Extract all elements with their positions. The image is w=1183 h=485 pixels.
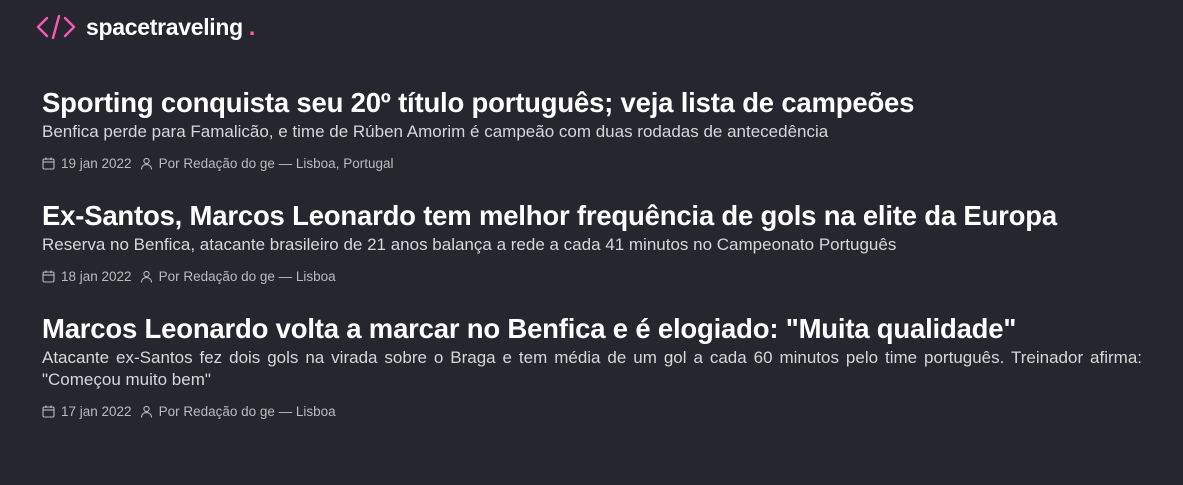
post-author-text: Por Redação do ge — Lisboa: [158, 404, 336, 419]
post-item[interactable]: Sporting conquista seu 20º título portug…: [42, 86, 1142, 171]
post-info: 17 jan 2022 Por Redação do ge — Lisboa: [42, 404, 1142, 419]
post-item[interactable]: Ex-Santos, Marcos Leonardo tem melhor fr…: [42, 199, 1142, 284]
code-brackets-icon[interactable]: [36, 13, 76, 41]
post-subtitle: Benfica perde para Famalicão, e time de …: [42, 122, 829, 141]
user-icon: [140, 405, 154, 419]
post-info: 19 jan 2022 Por Redação do ge — Lisboa, …: [42, 156, 1142, 171]
post-item[interactable]: Marcos Leonardo volta a marcar no Benfic…: [42, 312, 1142, 419]
post-title[interactable]: Sporting conquista seu 20º título portug…: [42, 86, 1142, 120]
post-author-text: Por Redação do ge — Lisboa, Portugal: [158, 156, 394, 171]
post-author: Por Redação do ge — Lisboa, Portugal: [140, 156, 394, 171]
post-author: Por Redação do ge — Lisboa: [140, 404, 336, 419]
calendar-icon: [42, 157, 56, 171]
post-list: Sporting conquista seu 20º título portug…: [42, 86, 1142, 447]
post-subtitle: Atacante ex-Santos fez dois gols na vira…: [42, 348, 1142, 389]
post-title[interactable]: Ex-Santos, Marcos Leonardo tem melhor fr…: [42, 199, 1142, 233]
post-date: 17 jan 2022: [42, 404, 132, 419]
user-icon: [140, 270, 154, 284]
brand-dot: .: [248, 13, 256, 40]
site-header: spacetraveling .: [36, 12, 255, 42]
post-date: 19 jan 2022: [42, 156, 132, 171]
post-subtitle: Reserva no Benfica, atacante brasileiro …: [42, 235, 897, 254]
post-date-text: 19 jan 2022: [61, 156, 132, 171]
calendar-icon: [42, 405, 56, 419]
post-date-text: 17 jan 2022: [61, 404, 132, 419]
calendar-icon: [42, 270, 56, 284]
brand-name[interactable]: spacetraveling: [86, 14, 243, 41]
post-date: 18 jan 2022: [42, 269, 132, 284]
post-author: Por Redação do ge — Lisboa: [140, 269, 336, 284]
post-info: 18 jan 2022 Por Redação do ge — Lisboa: [42, 269, 1142, 284]
post-date-text: 18 jan 2022: [61, 269, 132, 284]
user-icon: [140, 157, 154, 171]
post-title[interactable]: Marcos Leonardo volta a marcar no Benfic…: [42, 312, 1142, 346]
post-author-text: Por Redação do ge — Lisboa: [158, 269, 336, 284]
